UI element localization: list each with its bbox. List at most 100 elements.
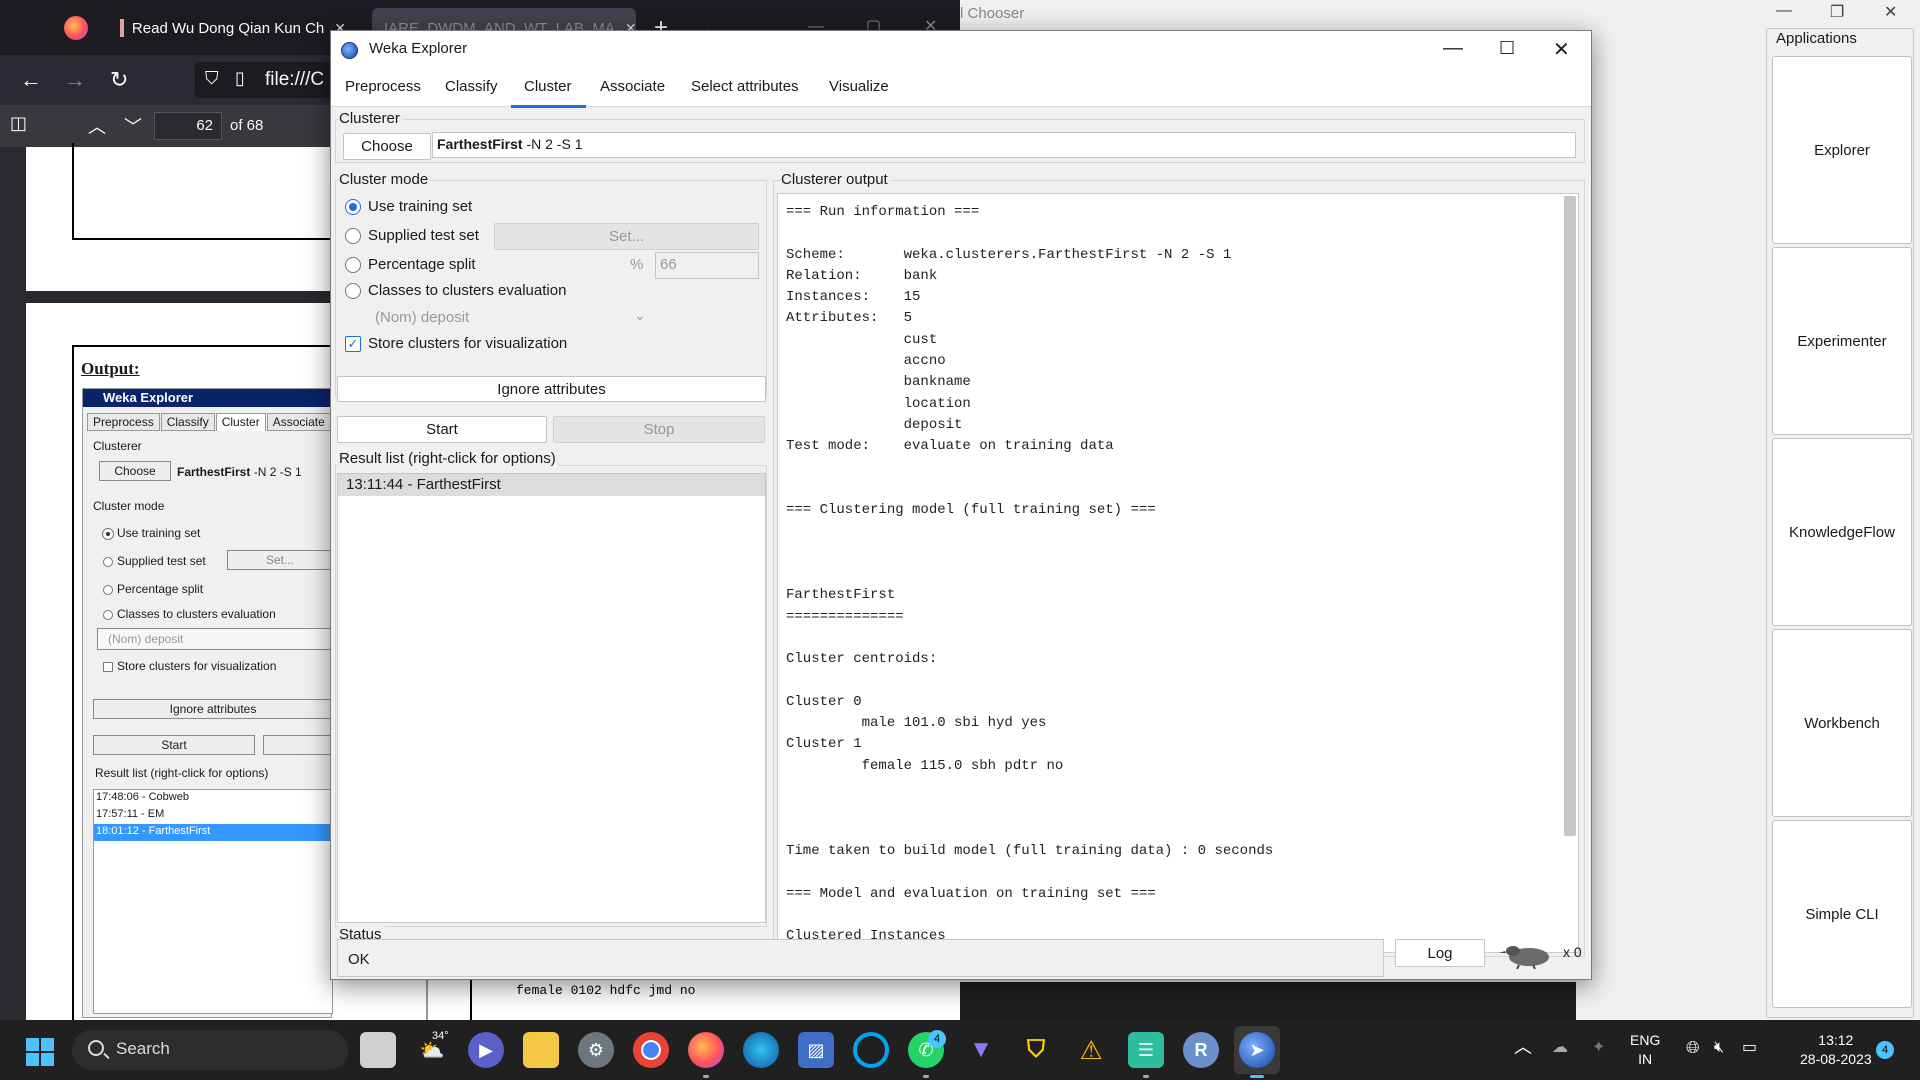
class-attribute-select[interactable]: (Nom) deposit [375,309,469,326]
tab-classify[interactable]: Classify [445,78,498,95]
cortana-icon[interactable] [853,1032,889,1068]
weka-icon [341,42,358,59]
tab-associate[interactable]: Associate [600,78,665,95]
log-button[interactable]: Log [1395,939,1485,967]
search-label: Search [116,1039,170,1058]
percentage-input[interactable]: 66 [655,252,759,279]
r-app-icon[interactable]: R [1183,1032,1219,1068]
clusterer-output-text[interactable]: === Run information === Scheme: weka.clu… [777,193,1579,953]
percentage-split-radio[interactable] [345,257,361,273]
chrome-icon[interactable] [633,1032,669,1068]
pdf-weka-screenshot: Weka Explorer Preprocess Classify Cluste… [82,388,333,1018]
mini-set-button: Set... [227,550,333,570]
previous-page-icon[interactable]: ︿ [88,113,106,139]
battery-icon[interactable]: ▭ [1742,1038,1757,1057]
dropbox-icon[interactable]: ✦ [1592,1038,1605,1057]
tab-visualize[interactable]: Visualize [829,78,889,95]
maximize-icon[interactable]: ☐ [1499,38,1515,59]
simple-cli-button[interactable]: Simple CLI [1772,820,1912,1008]
vpn-icon[interactable]: ▼ [963,1032,999,1068]
workbench-button[interactable]: Workbench [1772,629,1912,817]
clock[interactable]: 13:12 28-08-2023 [1800,1031,1872,1069]
clusterer-config-field[interactable]: FarthestFirst -N 2 -S 1 [432,132,1576,158]
close-icon[interactable]: ✕ [1553,37,1570,62]
result-list-item[interactable]: 13:11:44 - FarthestFirst [338,474,765,496]
language-line2: IN [1638,1051,1653,1067]
security-shield-icon[interactable]: ⛉ [1018,1032,1054,1068]
start-button[interactable]: Start [337,416,547,443]
weka-bird-icon[interactable] [1499,941,1557,969]
classes-to-clusters-radio[interactable] [345,283,361,299]
stop-button[interactable]: Stop [553,416,765,443]
globe-network-icon[interactable]: 🌐︎ [1686,1038,1700,1057]
cluster-mode-legend: Cluster mode [339,171,432,188]
vertical-scrollbar[interactable] [1564,196,1576,836]
cloud-off-icon[interactable]: ☁ [1552,1038,1568,1057]
result-list[interactable]: 13:11:44 - FarthestFirst [337,473,766,923]
mini-clusterer-label: Clusterer [93,439,142,453]
shield-icon[interactable]: ⛉ [205,68,219,89]
language-indicator[interactable]: ENG IN [1630,1031,1660,1069]
minimize-icon[interactable]: — [1443,37,1463,60]
notepad-icon[interactable]: ☰ [1128,1032,1164,1068]
teams-icon[interactable]: ▶ [468,1032,504,1068]
use-training-set-radio[interactable] [345,199,361,215]
tab-cluster[interactable]: Cluster [524,78,572,95]
notification-badge[interactable]: 4 [1876,1041,1894,1059]
classes-to-clusters-label: Classes to clusters evaluation [368,282,567,299]
weka-taskbar-icon[interactable]: ➤ [1239,1032,1275,1068]
file-explorer-icon[interactable] [523,1032,559,1068]
warning-icon[interactable]: ⚠ [1073,1032,1109,1068]
chevron-down-icon[interactable]: ⌄ [634,307,646,324]
title-bar[interactable]: Weka Explorer — ☐ ✕ [331,31,1591,69]
forward-arrow-icon[interactable]: → [64,67,86,93]
supplied-test-set-label: Supplied test set [368,227,479,244]
edge-icon[interactable] [743,1032,779,1068]
tab-select-attributes[interactable]: Select attributes [691,78,799,95]
mini-result-row: 17:48:06 - Cobweb [96,791,189,803]
mini-checkbox [103,661,113,672]
task-view-icon[interactable] [360,1032,396,1068]
browser-tab[interactable]: Read Wu Dong Qian Kun Ch ✕ [108,8,358,48]
speaker-muted-icon[interactable]: 🔇︎ [1714,1038,1724,1057]
chevron-up-icon[interactable]: ︿ [1514,1038,1532,1057]
knowledgeflow-button[interactable]: KnowledgeFlow [1772,438,1912,626]
experimenter-button[interactable]: Experimenter [1772,247,1912,435]
photos-icon[interactable]: ▨ [798,1032,834,1068]
choose-button[interactable]: Choose [343,133,431,160]
mini-choose-button: Choose [99,461,171,481]
sidebar-toggle-icon[interactable]: ◫ [10,113,27,134]
supplied-test-set-radio[interactable] [345,228,361,244]
mini-radio [103,556,113,567]
next-page-icon[interactable]: ﹀ [124,113,142,139]
mini-radio [103,609,113,620]
close-icon[interactable]: ✕ [1884,2,1897,22]
use-training-set-label: Use training set [368,198,473,215]
store-clusters-label: Store clusters for visualization [368,335,568,352]
restore-icon[interactable]: ❐ [1830,2,1844,22]
mini-start-button: Start [93,735,255,755]
reload-icon[interactable]: ↻ [110,67,128,93]
result-list-legend: Result list (right-click for options) [339,450,559,467]
taskbar-search[interactable]: Search [72,1030,348,1070]
ignore-attributes-button[interactable]: Ignore attributes [337,376,766,402]
set-button[interactable]: Set... [494,223,759,250]
pdf-text-line: female 0102 hdfc jmd no [516,983,696,998]
firefox-icon[interactable] [688,1032,724,1068]
windows-start-icon[interactable] [26,1038,54,1066]
store-clusters-checkbox[interactable]: ✓ [345,336,361,352]
page-number-input[interactable]: 62 [154,112,222,140]
settings-gear-icon[interactable]: ⚙ [578,1032,614,1068]
back-arrow-icon[interactable]: ← [20,67,42,93]
minimize-icon[interactable]: — [1776,2,1792,20]
browser-tab-label: Read Wu Dong Qian Kun Ch [131,19,325,37]
url-text: file:///C [265,69,325,90]
firefox-icon[interactable] [64,16,88,40]
clock-time: 13:12 [1818,1032,1854,1048]
running-indicator [1143,1075,1149,1078]
running-indicator [923,1075,929,1078]
weather-temp: 34° [432,1030,449,1042]
mini-result-row: 18:01:12 - FarthestFirst [94,824,332,841]
tab-preprocess[interactable]: Preprocess [345,78,421,95]
explorer-button[interactable]: Explorer [1772,56,1912,244]
